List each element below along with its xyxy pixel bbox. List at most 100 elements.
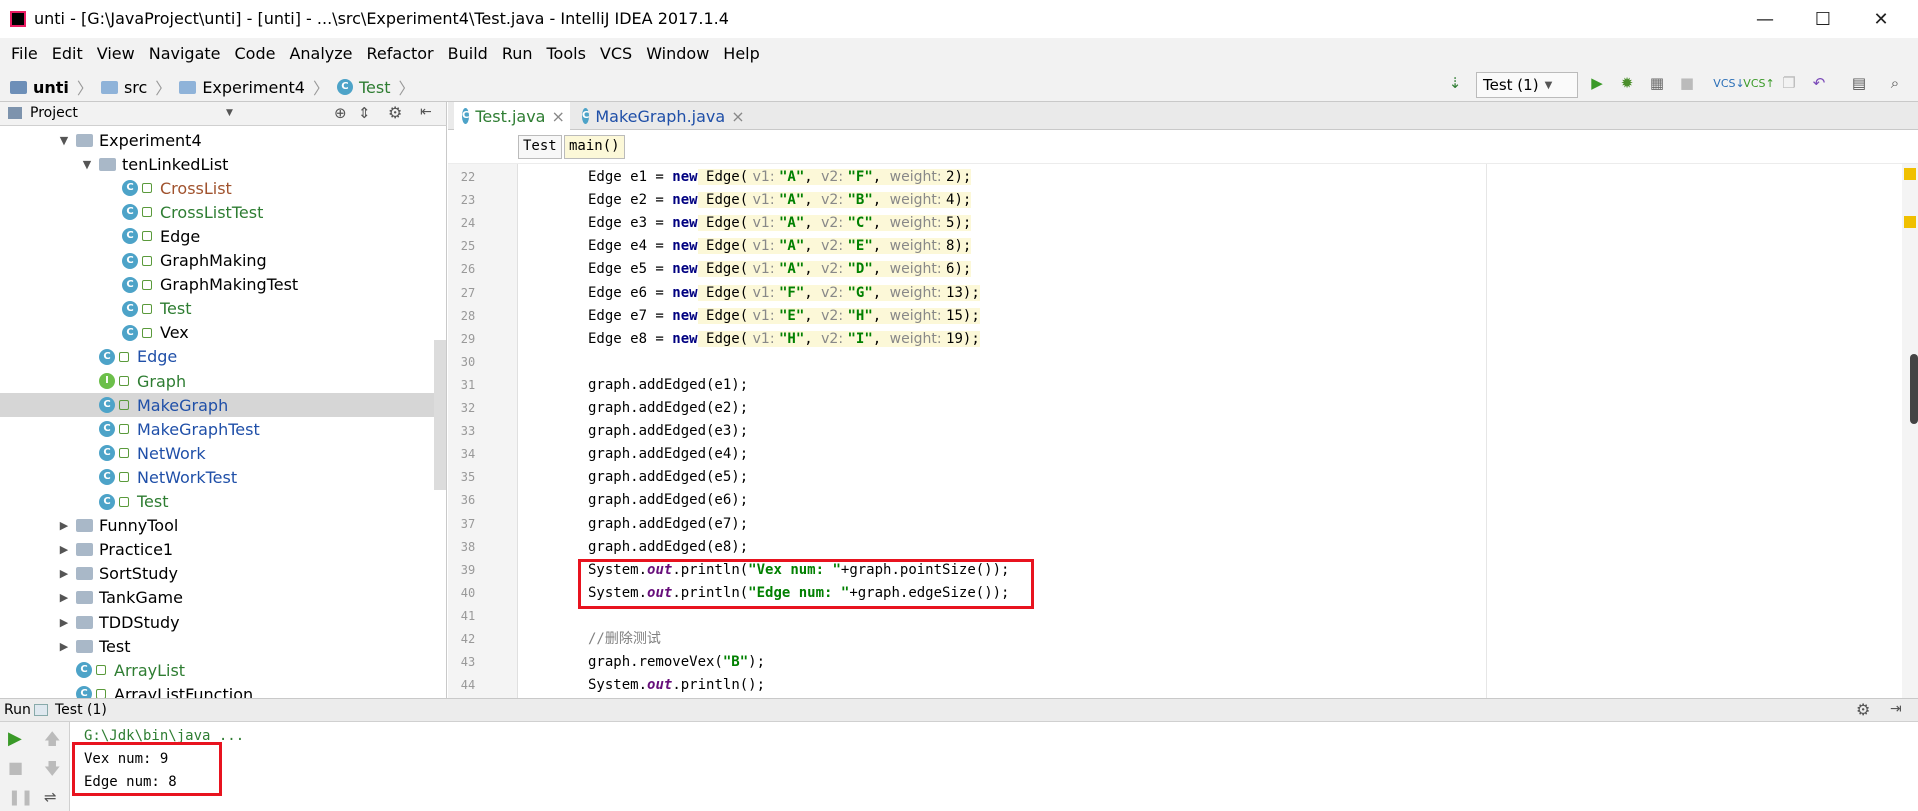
project-view-dropdown-icon[interactable]: ▼ bbox=[226, 108, 233, 118]
menu-item-run[interactable]: Run bbox=[495, 44, 540, 63]
project-panel-title[interactable]: Project bbox=[30, 105, 78, 121]
editor-scrollbar[interactable] bbox=[1902, 164, 1918, 698]
code-token: v1: bbox=[748, 169, 779, 185]
tree-item[interactable]: C MakeGraphTest bbox=[0, 417, 446, 441]
console-output[interactable]: G:\Jdk\bin\java ... Vex num: 9 Edge num:… bbox=[70, 722, 1918, 811]
menu-item-window[interactable]: Window bbox=[639, 44, 716, 63]
chevron-right-icon[interactable]: ▶ bbox=[56, 616, 72, 629]
close-button[interactable]: ✕ bbox=[1858, 0, 1904, 38]
maximize-button[interactable]: ☐ bbox=[1800, 0, 1846, 38]
tree-item[interactable]: C NetWorkTest bbox=[0, 465, 446, 489]
close-tab-icon[interactable]: × bbox=[551, 107, 564, 126]
chevron-right-icon[interactable]: ▶ bbox=[56, 640, 72, 653]
tree-item[interactable]: ▼ Experiment4 bbox=[0, 128, 446, 152]
menu-item-build[interactable]: Build bbox=[441, 44, 495, 63]
tree-item[interactable]: C Vex bbox=[0, 321, 446, 345]
menu-item-edit[interactable]: Edit bbox=[45, 44, 90, 63]
project-structure-icon[interactable]: ▤ bbox=[1848, 72, 1870, 94]
chevron-down-icon[interactable]: ▼ bbox=[79, 158, 95, 171]
tree-item[interactable]: C Edge bbox=[0, 345, 446, 369]
tree-item[interactable]: ▶ Practice1 bbox=[0, 538, 446, 562]
tree-item[interactable]: C ArrayListFunction bbox=[0, 682, 446, 698]
scroll-from-source-icon[interactable]: ⊕ bbox=[334, 104, 347, 122]
breadcrumb-item-test[interactable]: Test bbox=[359, 78, 391, 97]
code-editor[interactable]: 22 Edge e1 = new Edge( v1: "A", v2: "F", … bbox=[448, 164, 1918, 698]
menu-item-file[interactable]: File bbox=[4, 44, 45, 63]
run-config-tab[interactable]: Test (1) bbox=[55, 702, 107, 718]
breadcrumb-item-src[interactable]: src bbox=[124, 78, 147, 97]
hide-panel-icon[interactable]: ⇥ bbox=[1890, 701, 1902, 717]
collapse-all-icon[interactable]: ⇕ bbox=[358, 104, 371, 122]
tree-item[interactable]: ▼ tenLinkedList bbox=[0, 152, 446, 176]
tree-item[interactable]: C NetWork bbox=[0, 441, 446, 465]
build-project-icon[interactable]: ⇣ bbox=[1444, 72, 1466, 94]
hide-panel-icon[interactable]: ⇤ bbox=[420, 104, 432, 120]
vcs-update-icon[interactable]: VCS↓ bbox=[1713, 72, 1744, 94]
tree-item[interactable]: C Test bbox=[0, 490, 446, 514]
chevron-right-icon[interactable]: ▶ bbox=[56, 519, 72, 532]
menu-item-navigate[interactable]: Navigate bbox=[142, 44, 228, 63]
tree-item[interactable]: C MakeGraph bbox=[0, 393, 446, 418]
stop-icon[interactable]: ■ bbox=[1676, 72, 1698, 94]
menu-item-help[interactable]: Help bbox=[716, 44, 766, 63]
gear-icon[interactable]: ⚙ bbox=[1856, 700, 1870, 719]
tree-item[interactable]: C Test bbox=[0, 297, 446, 321]
code-token: v1: bbox=[748, 330, 779, 347]
tree-item[interactable]: ▶ FunnyTool bbox=[0, 514, 446, 538]
chevron-right-icon[interactable]: ▶ bbox=[56, 567, 72, 580]
tree-item[interactable]: C GraphMaking bbox=[0, 249, 446, 273]
chevron-right-icon[interactable]: ▶ bbox=[56, 591, 72, 604]
tree-item[interactable]: C ArrayList bbox=[0, 658, 446, 682]
tab-test-java[interactable]: C Test.java × bbox=[454, 102, 570, 130]
up-arrow-icon[interactable]: 🡅 bbox=[44, 728, 60, 755]
vcs-commit-icon[interactable]: VCS↑ bbox=[1743, 72, 1774, 94]
tree-item[interactable]: ▶ TankGame bbox=[0, 586, 446, 610]
stop-icon[interactable]: ■ bbox=[8, 758, 23, 777]
search-icon[interactable]: ⌕ bbox=[1884, 72, 1906, 94]
tree-item[interactable]: C GraphMakingTest bbox=[0, 273, 446, 297]
breadcrumb-item-unti[interactable]: unti bbox=[33, 78, 69, 97]
run-panel-label[interactable]: Run bbox=[4, 702, 31, 718]
minimize-button[interactable]: — bbox=[1742, 0, 1788, 38]
tree-item[interactable]: ▶ TDDStudy bbox=[0, 610, 446, 634]
compare-icon[interactable]: ❐ bbox=[1778, 72, 1800, 94]
class-icon: C bbox=[76, 686, 92, 698]
breadcrumb-method-main[interactable]: main() bbox=[564, 135, 625, 159]
scroll-thumb[interactable] bbox=[1910, 354, 1918, 424]
line-number: 29 bbox=[460, 331, 476, 346]
tree-item[interactable]: C CrossList bbox=[0, 176, 446, 200]
breadcrumb-class-test[interactable]: Test bbox=[518, 135, 562, 159]
breadcrumb-item-experiment4[interactable]: Experiment4 bbox=[202, 78, 305, 97]
down-arrow-icon[interactable]: 🡇 bbox=[44, 758, 60, 785]
tree-item[interactable]: C Edge bbox=[0, 224, 446, 248]
menu-item-code[interactable]: Code bbox=[228, 44, 283, 63]
chevron-down-icon[interactable]: ▼ bbox=[56, 134, 72, 147]
run-config-dropdown[interactable]: Test (1) ▼ bbox=[1476, 72, 1578, 98]
close-tab-icon[interactable]: × bbox=[731, 107, 744, 126]
debug-icon[interactable]: ✹ bbox=[1616, 72, 1638, 94]
chevron-down-icon: ▼ bbox=[1544, 79, 1553, 91]
menu-item-vcs[interactable]: VCS bbox=[593, 44, 639, 63]
code-token: "A" bbox=[778, 192, 805, 209]
line-number: 22 bbox=[460, 170, 476, 184]
tab-makegraph-java[interactable]: C MakeGraph.java × bbox=[574, 102, 745, 130]
revert-icon[interactable]: ↶ bbox=[1808, 72, 1830, 94]
gear-icon[interactable]: ⚙ bbox=[388, 103, 402, 122]
menu-item-refactor[interactable]: Refactor bbox=[360, 44, 441, 63]
rerun-icon[interactable]: ▶ bbox=[8, 728, 22, 749]
soft-wrap-icon[interactable]: ⇌ bbox=[44, 788, 57, 806]
package-icon bbox=[76, 591, 93, 605]
menu-item-view[interactable]: View bbox=[90, 44, 142, 63]
pause-icon[interactable]: ❚❚ bbox=[8, 788, 33, 806]
run-icon[interactable]: ▶ bbox=[1586, 72, 1608, 94]
menu-item-tools[interactable]: Tools bbox=[540, 44, 593, 63]
tree-item-label: MakeGraphTest bbox=[137, 419, 260, 439]
coverage-icon[interactable]: ▦ bbox=[1646, 72, 1668, 94]
tree-item[interactable]: ▶ Test bbox=[0, 634, 446, 658]
menu-item-analyze[interactable]: Analyze bbox=[282, 44, 359, 63]
tree-item[interactable]: I Graph bbox=[0, 369, 446, 393]
tree-scrollbar[interactable] bbox=[434, 340, 446, 490]
tree-item[interactable]: ▶ SortStudy bbox=[0, 562, 446, 586]
tree-item[interactable]: C CrossListTest bbox=[0, 200, 446, 224]
chevron-right-icon[interactable]: ▶ bbox=[56, 543, 72, 556]
